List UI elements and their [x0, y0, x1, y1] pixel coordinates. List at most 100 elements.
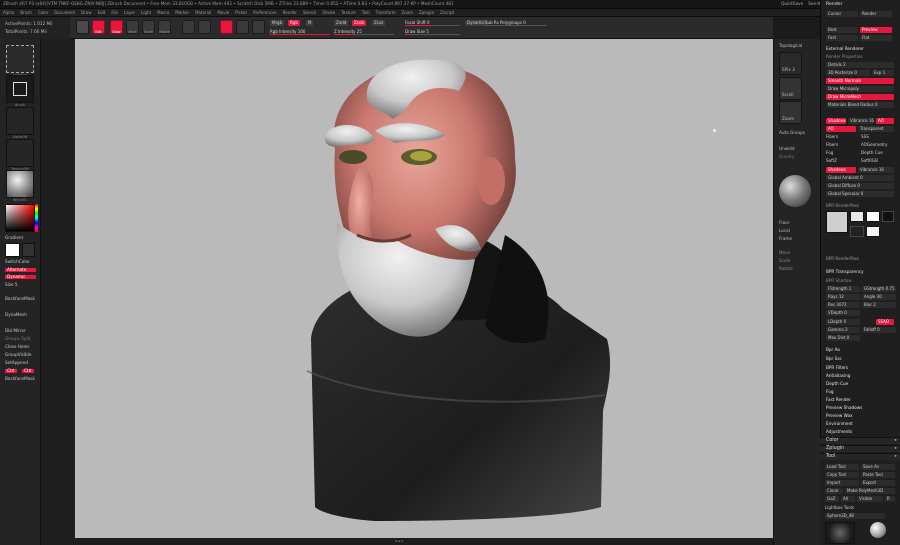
angle-slider[interactable]: Angle 30: [862, 294, 896, 300]
gamma-slider[interactable]: Gamma 2: [826, 327, 860, 333]
menu-movie[interactable]: Movie: [217, 10, 229, 15]
menu-color[interactable]: Color: [38, 10, 48, 15]
softrgb-toggle[interactable]: SoftRGB: [861, 158, 878, 163]
m-button[interactable]: M: [306, 20, 314, 26]
global-diffuse-slider[interactable]: Global Diffuse 0: [826, 183, 894, 189]
renderpass-thumb-6[interactable]: [866, 226, 880, 237]
render-button[interactable]: Render: [860, 11, 892, 17]
save-as-button[interactable]: Save As: [861, 464, 895, 470]
group-visible-button[interactable]: GroupVisible: [5, 352, 31, 357]
lightbox-tools-label[interactable]: Lightbox Tools: [825, 505, 854, 510]
ctrl-toggle-a[interactable]: Ctrl: [5, 368, 17, 374]
texture-icon[interactable]: [236, 20, 249, 34]
menu-alpha[interactable]: Alpha: [3, 10, 14, 15]
sss-label[interactable]: SSS: [861, 134, 869, 139]
sub-polygroup-slider[interactable]: Sub Rs Polygroups 0: [485, 20, 547, 26]
zcut-button[interactable]: Zcut: [372, 20, 386, 26]
renderpass-thumb-4[interactable]: [882, 211, 894, 222]
falloff-slider[interactable]: Falloff 0: [862, 327, 896, 333]
shadow-hue[interactable]: AO: [876, 118, 894, 124]
details-slider[interactable]: Details 2: [826, 62, 894, 68]
clone-button[interactable]: Clone: [825, 488, 843, 494]
visible-button[interactable]: Visible: [857, 496, 883, 502]
menu-texture[interactable]: Texture: [341, 10, 356, 15]
menu-picker[interactable]: Picker: [235, 10, 247, 15]
ao-geometry-toggle[interactable]: AOGeometry: [861, 142, 887, 147]
menu-zoom[interactable]: Zoom: [402, 10, 414, 15]
focal-shift-slider[interactable]: Focal Shift 0: [405, 20, 460, 26]
alternate-button[interactable]: Alternate: [5, 267, 36, 273]
backface-label[interactable]: BackfaceMask: [5, 296, 35, 301]
bpr-filters-section[interactable]: BPR Filters: [826, 365, 848, 370]
materials-blend-slider[interactable]: Materials Blend Radius 0: [826, 102, 894, 108]
material-picker[interactable]: MatCap White01: [6, 170, 34, 201]
grid-icon[interactable]: [198, 20, 211, 34]
bpr-shadow-title[interactable]: BPR Shadow: [826, 278, 852, 283]
zoom-button[interactable]: Zoom: [779, 101, 802, 124]
draw-button[interactable]: Draw: [110, 20, 123, 34]
zsub-button[interactable]: Zsub: [352, 20, 366, 26]
fast-button[interactable]: Fast: [826, 35, 858, 41]
load-tool-button[interactable]: Load Tool: [825, 464, 859, 470]
import-button[interactable]: Import: [825, 480, 859, 486]
switch-color-button[interactable]: SwitchColor: [5, 259, 30, 264]
exp-slider[interactable]: Exp 1: [872, 70, 894, 76]
fog-toggle[interactable]: Fog: [826, 150, 833, 155]
fog-section[interactable]: Fog: [826, 389, 833, 394]
ctrl-toggle-b[interactable]: Ctrl: [22, 368, 34, 374]
antialiasing-section[interactable]: Antialiasing: [826, 373, 850, 378]
rgb-button[interactable]: Rgb: [288, 20, 300, 26]
main-color-swatch[interactable]: [5, 243, 20, 257]
bpr-ao-section[interactable]: Bpr Ao: [826, 347, 840, 352]
goz-button[interactable]: GoZ: [825, 496, 839, 502]
draw-micromesh-toggle[interactable]: Draw MicroMesh: [826, 94, 894, 100]
depth-cue-toggle[interactable]: Depth Cue: [861, 150, 883, 155]
paste-tool-button[interactable]: Paste Tool: [861, 472, 895, 478]
fibers-label[interactable]: Fibers: [826, 134, 838, 139]
backface-mask-button[interactable]: BackfaceMask: [5, 376, 35, 381]
global-specular-slider[interactable]: Global Specular 0: [826, 191, 894, 197]
transparent-toggle[interactable]: Transparent: [858, 126, 894, 132]
menu-render[interactable]: Render: [283, 10, 297, 15]
bpr-sss-section[interactable]: Bpr Sss: [826, 356, 842, 361]
lightbox-button[interactable]: Lightbox: [6, 45, 34, 77]
preview-wax-section[interactable]: Preview Wax: [826, 413, 853, 418]
draw-size-slider[interactable]: Draw Size 5: [405, 29, 460, 35]
menu-zplugin[interactable]: Zplugin: [419, 10, 434, 15]
scale-button[interactable]: Scale: [142, 20, 155, 34]
zplugin-palette-header[interactable]: Zplugin ▸: [820, 445, 900, 452]
menu-stencil[interactable]: Stencil: [303, 10, 317, 15]
tool-palette-header[interactable]: Tool ▸: [820, 453, 900, 460]
global-ambient-slider[interactable]: Global Ambient 0: [826, 175, 894, 181]
scroll-button[interactable]: Scroll: [779, 77, 802, 100]
rotate-button[interactable]: Rotate: [158, 20, 171, 34]
material-sphere-preview[interactable]: [779, 175, 811, 207]
menu-macro[interactable]: Macro: [157, 10, 169, 15]
menu-zscript[interactable]: Zscript: [440, 10, 454, 15]
menu-draw[interactable]: Draw: [81, 10, 91, 15]
max-dist-slider[interactable]: Max Dist 0: [826, 335, 860, 341]
vibrance-slider[interactable]: Vibrance 16: [848, 118, 874, 124]
ao-toggle[interactable]: AO: [826, 126, 856, 132]
blur-slider[interactable]: Blur 2: [862, 302, 896, 308]
ssao-toggle[interactable]: SSAO: [876, 319, 894, 325]
menu-document[interactable]: Document: [54, 10, 75, 15]
fstrength-slider[interactable]: FStrength 1: [826, 286, 860, 292]
z-intensity-slider[interactable]: Z Intensity 25: [334, 29, 394, 35]
make-polymesh-button[interactable]: Make PolyMesh3D: [845, 488, 895, 494]
floor-button[interactable]: Floor: [779, 220, 789, 225]
export-button[interactable]: Export: [861, 480, 895, 486]
close-holes-button[interactable]: Close Holes: [5, 344, 29, 349]
adjustments-section[interactable]: Adjustments: [826, 429, 852, 434]
menu-file[interactable]: File: [111, 10, 118, 15]
persp-icon[interactable]: [220, 20, 233, 34]
lightbox-preview-icon[interactable]: [76, 20, 89, 34]
local-button[interactable]: Local: [779, 228, 790, 233]
depth-cue-section[interactable]: Depth Cue: [826, 381, 848, 386]
frame-button[interactable]: Frame: [779, 236, 792, 241]
r-button[interactable]: R: [885, 496, 895, 502]
menu-stroke[interactable]: Stroke: [322, 10, 335, 15]
document-canvas[interactable]: [75, 39, 773, 538]
preview-shadows-toggle[interactable]: Shadows: [826, 167, 856, 173]
fast-render-section[interactable]: Fast Render: [826, 397, 851, 402]
